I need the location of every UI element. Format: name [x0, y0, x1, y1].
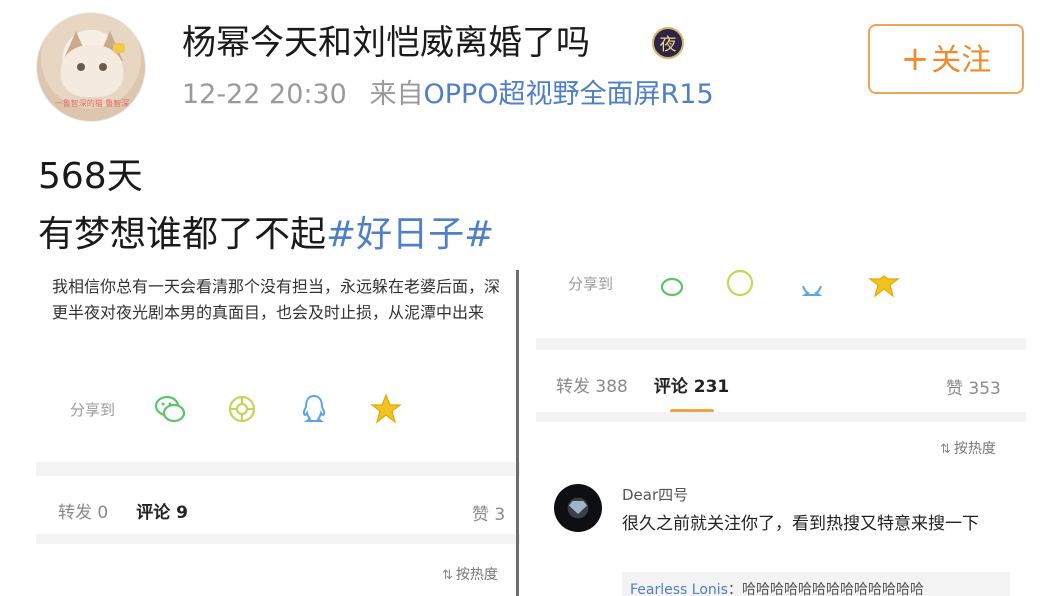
hashtag-link[interactable]: #好日子#	[326, 214, 494, 255]
post-text: 有梦想谁都了不起	[38, 214, 327, 255]
avatar-cat-face	[61, 45, 123, 97]
sort-by-hot[interactable]: ⇅ 按热度	[442, 564, 498, 584]
commenter-name[interactable]: Dear四号	[622, 484, 688, 505]
plus-icon: +	[900, 39, 930, 79]
diamond-icon	[569, 501, 587, 514]
comment-reply-preview[interactable]: Fearless Lonis：哈哈哈哈哈哈哈哈哈哈哈哈哈	[622, 572, 1010, 596]
embedded-screenshot-right: 分享到 转发 388 评论 231 赞 353 ⇅ 按热度 Dear四号 很久之前…	[536, 266, 1026, 596]
username[interactable]: 杨幂今天和刘恺威离婚了吗	[182, 20, 590, 66]
post-meta: 12-22 20:30 来自OPPO超视野全面屏R15	[182, 76, 714, 114]
sort-label: 按热度	[455, 567, 498, 583]
post-timestamp: 12-22 20:30	[182, 79, 347, 110]
quoted-post-text: 我相信你总有一天会看清那个没有担当，永远躲在老婆后面，深更半夜对夜光剧本男的真面…	[52, 277, 501, 322]
section-divider	[536, 412, 1026, 422]
commenter-avatar[interactable]	[554, 484, 602, 532]
user-avatar[interactable]: 一鲁智深的猫 鲁智深	[36, 12, 146, 122]
post-source-device[interactable]: OPPO超视野全面屏R15	[423, 79, 713, 110]
post-text-line: 有梦想谁都了不起#好日子#	[38, 212, 494, 258]
follow-label: 关注	[931, 43, 992, 78]
qq-icon[interactable]	[795, 270, 829, 296]
wechat-icon[interactable]	[153, 392, 187, 426]
share-label: 分享到	[568, 274, 614, 293]
avatar-cat-eye	[77, 63, 85, 71]
share-row: 分享到	[568, 269, 901, 298]
interaction-tabs: 转发 0 评论 9	[58, 498, 188, 523]
comment-text: 很久之前就关注你了，看到热搜又特意来搜一下	[622, 514, 979, 534]
reply-author[interactable]: Fearless Lonis	[630, 582, 728, 596]
embedded-screenshot-left: 我相信你总有一天会看清那个没有担当，永远躲在老婆后面，深更半夜对夜光剧本男的真面…	[36, 266, 520, 596]
sort-by-hot[interactable]: ⇅ 按热度	[940, 438, 996, 458]
qzone-star-icon[interactable]	[369, 392, 403, 426]
screenshot-divider	[516, 270, 519, 596]
follow-button[interactable]: +关注	[868, 24, 1024, 94]
avatar-caption: 一鲁智深的猫 鲁智深	[54, 99, 130, 108]
qzone-star-icon[interactable]	[867, 270, 901, 298]
vip-badge-icon: 夜	[652, 27, 684, 59]
tab-comment[interactable]: 评论 9	[136, 498, 188, 523]
interaction-tabs: 转发 388 评论 231	[556, 372, 729, 397]
tab-comment[interactable]: 评论 231	[654, 372, 729, 397]
tab-like[interactable]: 赞 3	[472, 500, 505, 525]
sort-icon: ⇅	[442, 568, 453, 583]
section-divider	[36, 462, 520, 476]
post-text-line: 568天	[38, 156, 143, 197]
tab-like[interactable]: 赞 353	[946, 374, 1001, 399]
moments-icon[interactable]	[225, 392, 259, 426]
post-source-prefix: 来自	[369, 79, 424, 110]
moments-icon[interactable]	[723, 269, 757, 297]
avatar-cat-eye	[99, 63, 107, 71]
tab-repost[interactable]: 转发 388	[556, 372, 628, 397]
share-label: 分享到	[70, 400, 116, 419]
tab-repost[interactable]: 转发 0	[58, 498, 108, 523]
qq-icon[interactable]	[297, 392, 331, 426]
section-divider	[536, 338, 1026, 350]
share-row: 分享到	[70, 392, 403, 426]
section-divider	[36, 534, 520, 544]
reply-text: ：哈哈哈哈哈哈哈哈哈哈哈哈哈	[727, 582, 924, 596]
avatar-bow	[113, 43, 125, 53]
sort-label: 按热度	[953, 441, 996, 457]
wechat-icon[interactable]	[651, 270, 685, 297]
sort-icon: ⇅	[940, 442, 951, 457]
